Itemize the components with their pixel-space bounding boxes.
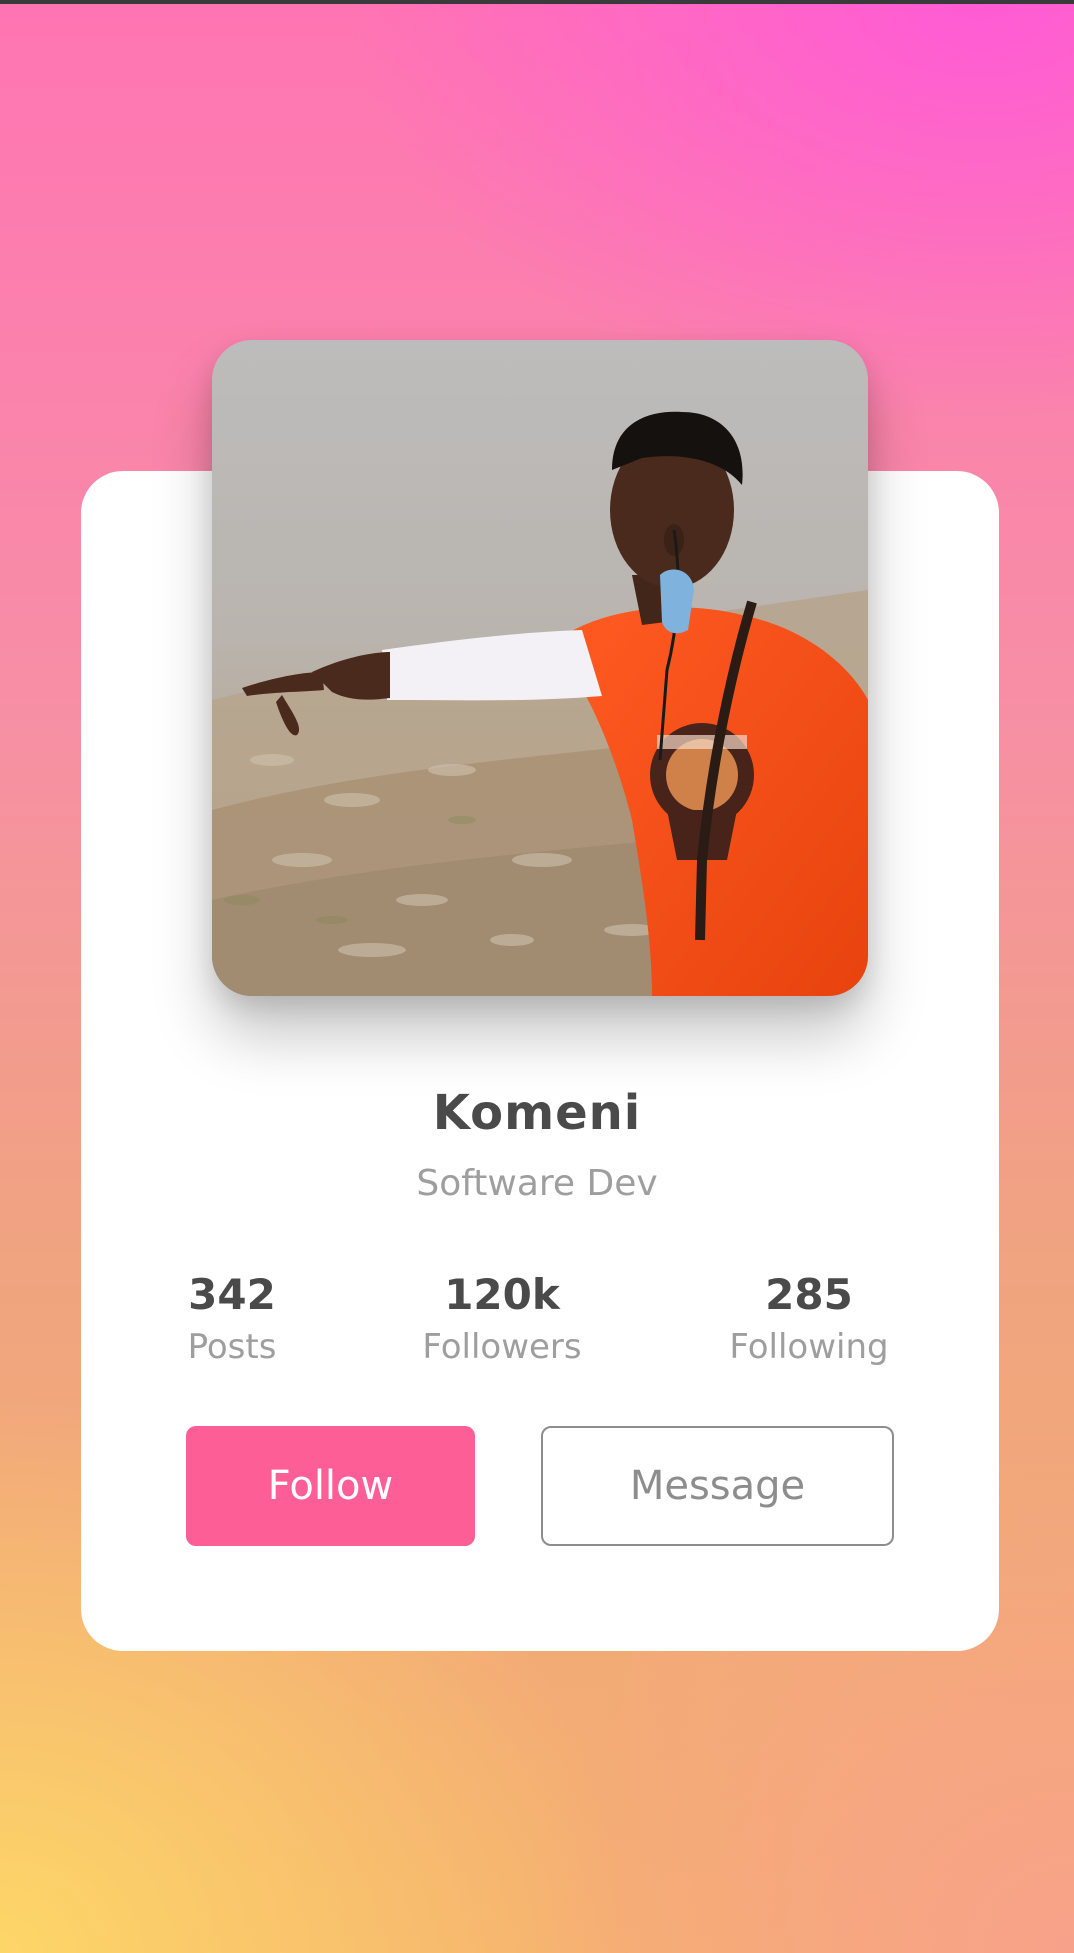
profile-role: Software Dev <box>416 1163 658 1204</box>
stat-posts-value: 342 <box>188 1270 276 1319</box>
window-top-border <box>0 0 1074 4</box>
stat-posts: 342 Posts <box>162 1268 302 1372</box>
stat-followers-label: Followers <box>422 1327 582 1367</box>
profile-name: Komeni <box>432 1085 642 1141</box>
profile-photo-image <box>212 340 868 996</box>
profile-photo <box>212 340 868 996</box>
message-button[interactable]: Message <box>541 1426 894 1546</box>
stat-followers: 120k Followers <box>402 1268 602 1372</box>
stat-followers-value: 120k <box>444 1270 560 1319</box>
follow-button[interactable]: Follow <box>186 1426 475 1546</box>
stat-following-label: Following <box>729 1327 889 1367</box>
stat-posts-label: Posts <box>187 1327 277 1367</box>
stat-following: 285 Following <box>714 1268 904 1372</box>
stat-following-value: 285 <box>765 1270 853 1319</box>
